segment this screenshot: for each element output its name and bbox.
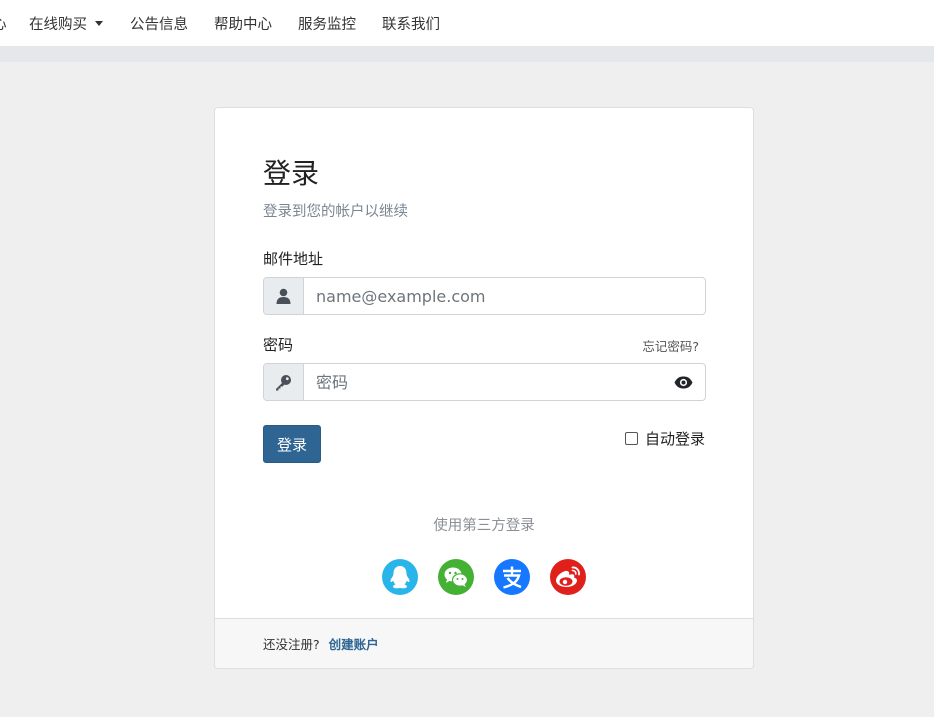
wechat-icon: [444, 567, 468, 587]
qq-login-button[interactable]: [382, 559, 418, 595]
password-label: 密码: [263, 336, 294, 354]
page-subtitle: 登录到您的帐户以继续: [263, 204, 408, 220]
remember-me-label: 自动登录: [644, 430, 705, 448]
forgot-password-link[interactable]: 忘记密码?: [642, 336, 699, 355]
caret-down-icon: [95, 21, 103, 26]
nav-item-help-center[interactable]: 帮助中心: [214, 15, 272, 35]
checkbox-box[interactable]: [624, 432, 638, 445]
nav-subbar: [0, 46, 934, 62]
weibo-login-button[interactable]: [550, 559, 586, 595]
password-input[interactable]: [304, 364, 661, 400]
email-input[interactable]: [304, 278, 705, 314]
alipay-icon: [503, 566, 522, 589]
eye-icon: [674, 376, 692, 388]
create-account-link[interactable]: 创建账户: [329, 634, 379, 653]
email-label: 邮件地址: [263, 250, 324, 268]
card-footer: 还没注册? 创建账户: [215, 618, 753, 668]
top-navigation: 心 在线购买 公告信息 帮助中心 服务监控 联系我们: [0, 0, 934, 46]
email-input-group: [263, 277, 706, 315]
social-login-list: [215, 559, 753, 595]
wechat-login-button[interactable]: [438, 559, 474, 595]
toggle-password-visibility[interactable]: [661, 364, 705, 400]
page-title: 登录: [263, 157, 320, 190]
nav-item-announcements[interactable]: 公告信息: [130, 15, 188, 35]
remember-me-checkbox[interactable]: 自动登录: [624, 428, 705, 449]
alipay-login-button[interactable]: [494, 559, 530, 595]
nav-item-user-center[interactable]: 心: [0, 15, 7, 35]
nav-item-buy-online[interactable]: 在线购买: [29, 15, 103, 35]
register-prompt: 还没注册?: [263, 637, 320, 652]
qq-icon: [390, 566, 410, 589]
login-button[interactable]: 登录: [263, 425, 321, 463]
login-card: 登录 登录到您的帐户以继续 邮件地址 密码 忘记密码?: [214, 107, 754, 669]
weibo-icon: [556, 566, 580, 587]
third-party-login-label: 使用第三方登录: [433, 518, 535, 534]
nav-item-service-monitor[interactable]: 服务监控: [298, 15, 356, 35]
user-icon: [276, 288, 291, 304]
password-input-group: [263, 363, 706, 401]
key-icon: [276, 374, 291, 390]
password-addon: [264, 364, 304, 400]
nav-item-label: 在线购买: [29, 17, 87, 33]
email-addon: [264, 278, 304, 314]
nav-item-contact-us[interactable]: 联系我们: [382, 15, 440, 35]
